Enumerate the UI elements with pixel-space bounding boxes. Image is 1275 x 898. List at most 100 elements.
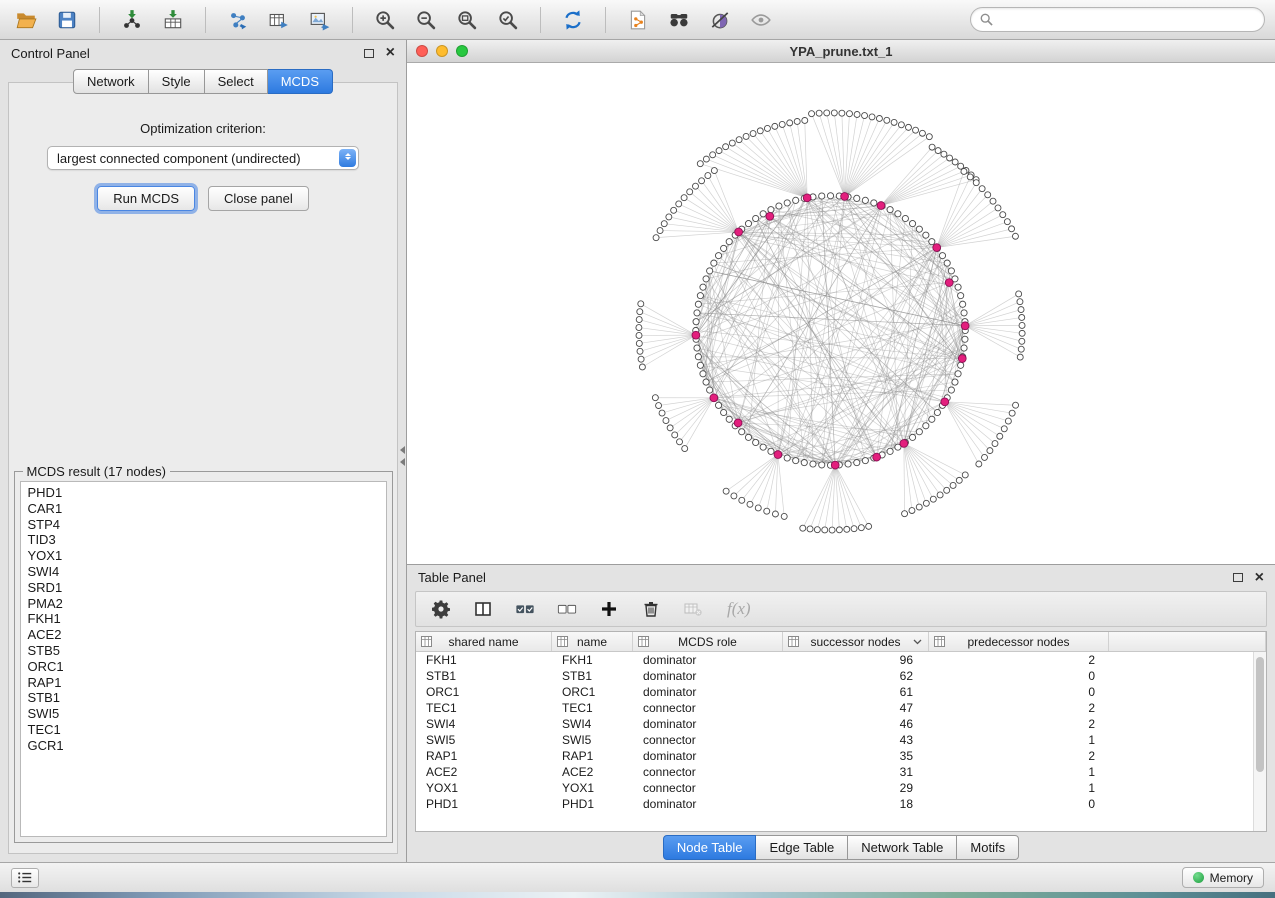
mcds-result-item[interactable]: RAP1 xyxy=(28,675,386,691)
mcds-result-item[interactable]: STP4 xyxy=(28,517,386,533)
column-header-shared-name[interactable]: shared name xyxy=(416,632,552,651)
mcds-result-item[interactable]: FKH1 xyxy=(28,611,386,627)
node-table: shared namenameMCDS rolesuccessor nodesp… xyxy=(415,631,1267,832)
table-body: FKH1FKH1dominator962STB1STB1dominator620… xyxy=(416,652,1266,812)
network-window-titlebar[interactable]: YPA_prune.txt_1 xyxy=(407,40,1275,63)
toolbar-separator xyxy=(605,7,606,33)
open-file-icon[interactable] xyxy=(10,5,42,35)
unselect-all-icon[interactable] xyxy=(555,597,579,621)
save-session-icon[interactable] xyxy=(51,5,83,35)
cell-shared-name: RAP1 xyxy=(416,749,552,763)
mcds-result-item[interactable]: GCR1 xyxy=(28,738,386,754)
tab-motifs[interactable]: Motifs xyxy=(957,835,1019,860)
criterion-selected-value: largest connected component (undirected) xyxy=(57,151,301,166)
mcds-result-item[interactable]: STB5 xyxy=(28,643,386,659)
table-row[interactable]: SWI4SWI4dominator462 xyxy=(416,716,1266,732)
tab-style[interactable]: Style xyxy=(149,69,205,94)
table-row[interactable]: YOX1YOX1connector291 xyxy=(416,780,1266,796)
tab-mcds[interactable]: MCDS xyxy=(268,69,333,94)
run-mcds-button[interactable]: Run MCDS xyxy=(97,186,195,211)
export-table-icon[interactable] xyxy=(263,5,295,35)
export-image-icon[interactable] xyxy=(304,5,336,35)
cell-name: ORC1 xyxy=(552,685,633,699)
cell-successor-nodes: 61 xyxy=(783,685,929,699)
zoom-selected-icon[interactable] xyxy=(492,5,524,35)
search-box[interactable] xyxy=(970,7,1265,32)
cell-shared-name: STB1 xyxy=(416,669,552,683)
column-header-name[interactable]: name xyxy=(552,632,633,651)
delete-row-icon[interactable] xyxy=(639,597,663,621)
select-all-icon[interactable] xyxy=(513,597,537,621)
criterion-dropdown[interactable]: largest connected component (undirected) xyxy=(47,146,359,170)
close-control-panel-icon[interactable]: × xyxy=(386,45,395,61)
network-svg xyxy=(407,63,1275,564)
table-panel-title: Table Panel xyxy=(418,570,486,585)
cell-successor-nodes: 62 xyxy=(783,669,929,683)
table-row[interactable]: TEC1TEC1connector472 xyxy=(416,700,1266,716)
zoom-fit-icon[interactable] xyxy=(451,5,483,35)
share-document-icon[interactable] xyxy=(622,5,654,35)
mcds-result-item[interactable]: SRD1 xyxy=(28,580,386,596)
control-panel: Control Panel × NetworkStyleSelectMCDS O… xyxy=(0,40,407,862)
zoom-out-icon[interactable] xyxy=(410,5,442,35)
window-close-button[interactable] xyxy=(416,45,428,57)
table-row[interactable]: SWI5SWI5connector431 xyxy=(416,732,1266,748)
right-column: YPA_prune.txt_1 Table Panel × f(x) share… xyxy=(407,40,1275,862)
table-row[interactable]: ORC1ORC1dominator610 xyxy=(416,684,1266,700)
table-header-row: shared namenameMCDS rolesuccessor nodesp… xyxy=(416,632,1266,652)
graphics-details-icon[interactable] xyxy=(745,5,777,35)
show-columns-icon[interactable] xyxy=(471,597,495,621)
function-builder-icon: f(x) xyxy=(727,599,751,619)
table-settings-icon[interactable] xyxy=(429,597,453,621)
tab-edge-table[interactable]: Edge Table xyxy=(756,835,848,860)
table-row[interactable]: PHD1PHD1dominator180 xyxy=(416,796,1266,812)
table-row[interactable]: RAP1RAP1dominator352 xyxy=(416,748,1266,764)
style-toggle-icon[interactable] xyxy=(704,5,736,35)
export-network-icon[interactable] xyxy=(222,5,254,35)
mcds-result-item[interactable]: SWI5 xyxy=(28,706,386,722)
mcds-result-item[interactable]: YOX1 xyxy=(28,548,386,564)
import-network-icon[interactable] xyxy=(116,5,148,35)
window-zoom-button[interactable] xyxy=(456,45,468,57)
first-neighbors-icon[interactable] xyxy=(663,5,695,35)
mcds-result-item[interactable]: TID3 xyxy=(28,532,386,548)
mcds-result-item[interactable]: PHD1 xyxy=(28,485,386,501)
mcds-result-item[interactable]: PMA2 xyxy=(28,596,386,612)
import-table-icon[interactable] xyxy=(157,5,189,35)
column-header-MCDS-role[interactable]: MCDS role xyxy=(633,632,783,651)
cell-predecessor-nodes: 2 xyxy=(929,653,1109,667)
tab-network-table[interactable]: Network Table xyxy=(848,835,957,860)
add-row-icon[interactable] xyxy=(597,597,621,621)
float-panel-icon[interactable] xyxy=(364,49,374,58)
splitter-collapse-handle[interactable] xyxy=(400,446,405,470)
status-menu-button[interactable] xyxy=(11,868,39,888)
float-table-panel-icon[interactable] xyxy=(1233,573,1243,582)
zoom-in-icon[interactable] xyxy=(369,5,401,35)
column-header-predecessor-nodes[interactable]: predecessor nodes xyxy=(929,632,1109,651)
mcds-result-item[interactable]: CAR1 xyxy=(28,501,386,517)
mcds-result-item[interactable]: ORC1 xyxy=(28,659,386,675)
table-row[interactable]: STB1STB1dominator620 xyxy=(416,668,1266,684)
tab-network[interactable]: Network xyxy=(73,69,149,94)
mcds-result-item[interactable]: STB1 xyxy=(28,690,386,706)
scrollbar-thumb[interactable] xyxy=(1256,657,1264,772)
close-panel-button[interactable]: Close panel xyxy=(208,186,309,211)
tab-select[interactable]: Select xyxy=(205,69,268,94)
status-bar: Memory xyxy=(0,862,1275,892)
mcds-result-item[interactable]: ACE2 xyxy=(28,627,386,643)
mcds-result-list[interactable]: PHD1CAR1STP4TID3YOX1SWI4SRD1PMA2FKH1ACE2… xyxy=(20,481,387,837)
close-table-panel-icon[interactable]: × xyxy=(1255,570,1264,586)
mcds-result-item[interactable]: SWI4 xyxy=(28,564,386,580)
search-input[interactable] xyxy=(999,12,1255,27)
mcds-result-item[interactable]: TEC1 xyxy=(28,722,386,738)
cell-mcds-role: dominator xyxy=(633,797,783,811)
window-minimize-button[interactable] xyxy=(436,45,448,57)
table-row[interactable]: FKH1FKH1dominator962 xyxy=(416,652,1266,668)
refresh-layout-icon[interactable] xyxy=(557,5,589,35)
column-header-successor-nodes[interactable]: successor nodes xyxy=(783,632,929,651)
memory-button[interactable]: Memory xyxy=(1182,867,1264,888)
tab-node-table[interactable]: Node Table xyxy=(663,835,757,860)
table-row[interactable]: ACE2ACE2connector311 xyxy=(416,764,1266,780)
table-scrollbar[interactable] xyxy=(1253,652,1266,831)
network-view[interactable] xyxy=(407,63,1275,564)
